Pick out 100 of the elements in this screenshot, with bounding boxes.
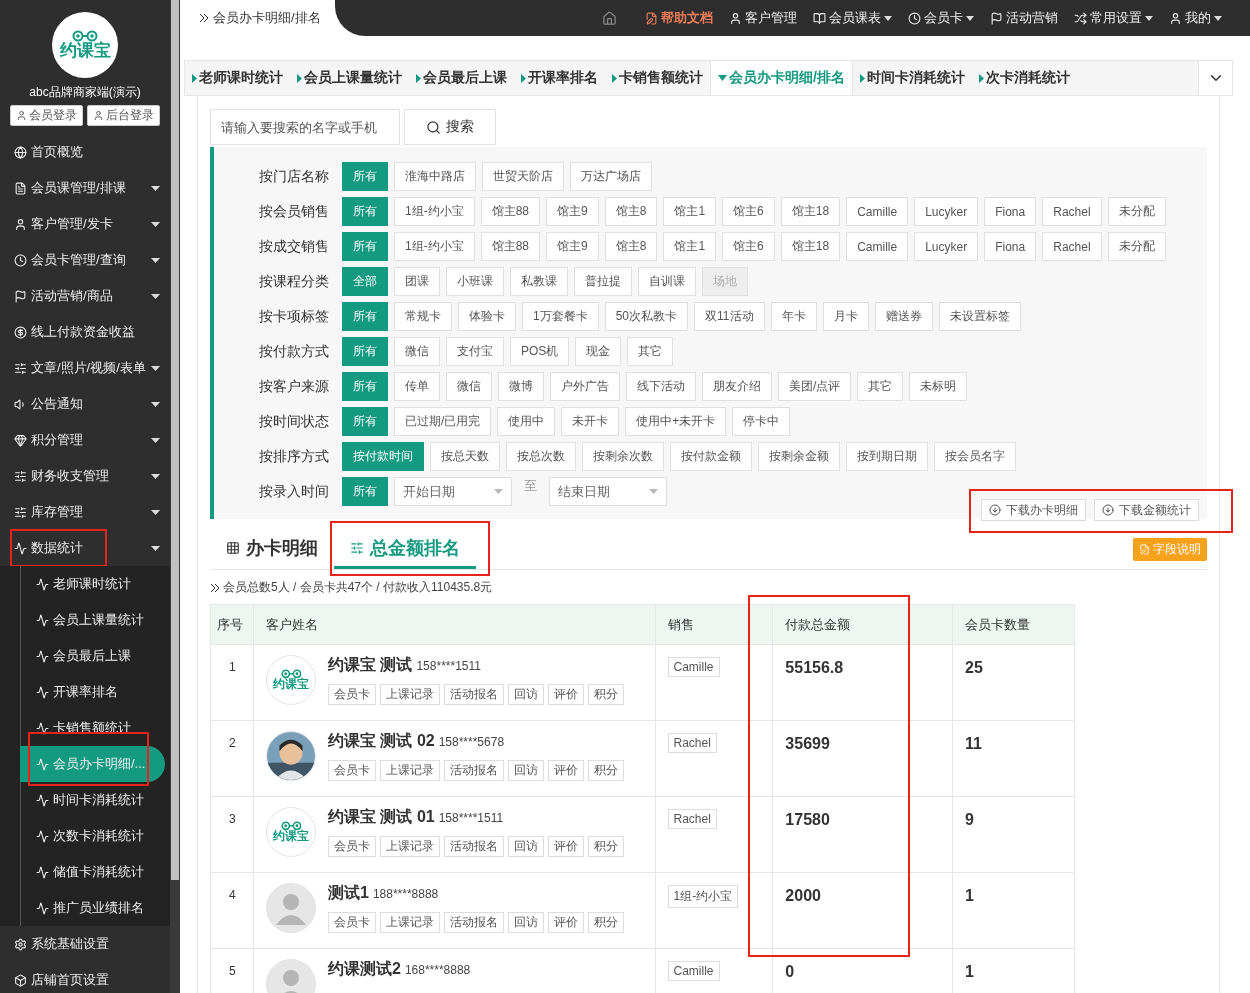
- download-button[interactable]: 下载办卡明细: [981, 499, 1086, 521]
- action-button[interactable]: 回访: [508, 684, 544, 705]
- nav-link[interactable]: 客户管理: [721, 9, 805, 27]
- action-button[interactable]: 回访: [508, 912, 544, 933]
- view-tab[interactable]: 办卡明细: [210, 529, 334, 569]
- action-button[interactable]: 活动报名: [444, 760, 504, 781]
- stat-tab[interactable]: 会员上课量统计: [290, 61, 409, 95]
- filter-option[interactable]: 按付款时间: [342, 442, 424, 471]
- filter-option[interactable]: 未设置标签: [938, 302, 1021, 331]
- action-button[interactable]: 积分: [588, 684, 624, 705]
- menu-item[interactable]: 公告通知: [0, 386, 170, 422]
- nav-link[interactable]: 常用设置: [1066, 9, 1161, 27]
- filter-option[interactable]: 所有: [342, 372, 388, 401]
- menu-item[interactable]: 文章/照片/视频/表单: [0, 350, 170, 386]
- download-button[interactable]: 下载金额统计: [1094, 499, 1199, 521]
- menu-item[interactable]: 数据统计: [0, 530, 170, 566]
- action-button[interactable]: 评价: [548, 836, 584, 857]
- filter-option[interactable]: 所有: [342, 337, 388, 366]
- filter-option[interactable]: 使用中+未开卡: [625, 407, 727, 436]
- filter-option[interactable]: 馆主6: [722, 197, 775, 226]
- filter-option[interactable]: 未开卡: [561, 407, 620, 436]
- search-button[interactable]: 搜索: [404, 109, 496, 145]
- filter-option[interactable]: 常规卡: [394, 302, 452, 331]
- filter-option[interactable]: 馆主8: [604, 197, 658, 226]
- action-button[interactable]: 会员卡: [328, 912, 376, 933]
- filter-option[interactable]: 双11活动: [694, 302, 765, 331]
- filter-option[interactable]: 所有: [342, 232, 388, 261]
- date-field[interactable]: 结束日期: [549, 477, 667, 506]
- submenu-item[interactable]: 时间卡消耗统计: [20, 782, 165, 818]
- filter-option[interactable]: 馆主88: [480, 197, 541, 226]
- filter-option[interactable]: 馆主6: [722, 232, 775, 261]
- action-button[interactable]: 上课记录: [380, 836, 440, 857]
- filter-option[interactable]: 所有: [342, 162, 388, 191]
- filter-option[interactable]: 美团/点评: [778, 372, 852, 401]
- action-button[interactable]: 积分: [588, 912, 624, 933]
- scrollbar[interactable]: [171, 0, 179, 880]
- filter-option[interactable]: 赠送券: [874, 302, 933, 331]
- stat-tab[interactable]: 老师课时统计: [185, 61, 290, 95]
- menu-item[interactable]: 店铺首页设置: [0, 962, 170, 993]
- action-button[interactable]: 会员卡: [328, 684, 376, 705]
- action-button[interactable]: 上课记录: [380, 684, 440, 705]
- view-tab[interactable]: 总金额排名: [334, 529, 476, 569]
- filter-option[interactable]: 微信: [446, 372, 492, 401]
- action-button[interactable]: 回访: [508, 836, 544, 857]
- menu-item[interactable]: 财务收支管理: [0, 458, 170, 494]
- filter-option[interactable]: 馆主1: [663, 232, 717, 261]
- action-button[interactable]: 上课记录: [380, 760, 440, 781]
- filter-option[interactable]: 年卡: [770, 302, 817, 331]
- filter-option[interactable]: 传单: [394, 372, 440, 401]
- action-button[interactable]: 回访: [508, 760, 544, 781]
- filter-option[interactable]: 按付款金额: [670, 442, 752, 471]
- stat-tab[interactable]: 会员办卡明细/排名: [710, 61, 853, 95]
- more-tabs-button[interactable]: [1198, 61, 1232, 95]
- filter-option[interactable]: 按会员名字: [934, 442, 1016, 471]
- action-button[interactable]: 评价: [548, 684, 584, 705]
- submenu-item[interactable]: 开课率排名: [20, 674, 165, 710]
- filter-option[interactable]: 微信: [394, 337, 440, 366]
- filter-option[interactable]: 馆主9: [546, 197, 599, 226]
- action-button[interactable]: 活动报名: [444, 836, 504, 857]
- filter-option[interactable]: 线下活动: [626, 372, 696, 401]
- action-button[interactable]: 会员卡: [328, 836, 376, 857]
- filter-option[interactable]: 馆主9: [546, 232, 599, 261]
- filter-option[interactable]: 世贸天阶店: [482, 162, 564, 191]
- submenu-item[interactable]: 老师课时统计: [20, 566, 165, 602]
- submenu-item[interactable]: 储值卡消耗统计: [20, 854, 165, 890]
- filter-option[interactable]: 普拉提: [574, 267, 632, 296]
- filter-option[interactable]: 馆主1: [663, 197, 717, 226]
- nav-link[interactable]: 我的: [1161, 9, 1230, 27]
- filter-option[interactable]: 未标明: [909, 372, 968, 401]
- menu-item[interactable]: 积分管理: [0, 422, 170, 458]
- filter-option[interactable]: 朋友介绍: [702, 372, 772, 401]
- stat-tab[interactable]: 卡销售额统计: [605, 61, 710, 95]
- filter-option[interactable]: 其它: [627, 337, 674, 366]
- filter-option[interactable]: Camille: [846, 197, 909, 226]
- login-button[interactable]: 后台登录: [87, 105, 160, 126]
- action-button[interactable]: 积分: [588, 836, 624, 857]
- filter-option[interactable]: 馆主8: [604, 232, 658, 261]
- filter-option[interactable]: 未分配: [1107, 232, 1166, 261]
- menu-item[interactable]: 客户管理/发卡: [0, 206, 170, 242]
- action-button[interactable]: 积分: [588, 760, 624, 781]
- submenu-item[interactable]: 次数卡消耗统计: [20, 818, 165, 854]
- menu-item[interactable]: 系统基础设置: [0, 926, 170, 962]
- filter-option[interactable]: 馆主18: [780, 197, 841, 226]
- filter-option[interactable]: 停卡中: [732, 407, 791, 436]
- filter-option[interactable]: 1万套餐卡: [522, 302, 599, 331]
- filter-option[interactable]: 所有: [342, 407, 388, 436]
- menu-item[interactable]: 首页概览: [0, 134, 170, 170]
- filter-option[interactable]: 小班课: [446, 267, 504, 296]
- filter-option[interactable]: 其它: [857, 372, 904, 401]
- action-button[interactable]: 活动报名: [444, 912, 504, 933]
- filter-option[interactable]: 1组-约小宝: [394, 197, 475, 226]
- filter-option[interactable]: 馆主88: [480, 232, 541, 261]
- filter-option[interactable]: 按总次数: [506, 442, 576, 471]
- action-button[interactable]: 评价: [548, 760, 584, 781]
- filter-option[interactable]: Rachel: [1042, 232, 1102, 261]
- filter-option[interactable]: 按剩余次数: [582, 442, 664, 471]
- filter-option[interactable]: Lucyker: [914, 232, 979, 261]
- filter-option[interactable]: Lucyker: [914, 197, 979, 226]
- menu-item[interactable]: 会员卡管理/查询: [0, 242, 170, 278]
- filter-option[interactable]: Fiona: [984, 197, 1037, 226]
